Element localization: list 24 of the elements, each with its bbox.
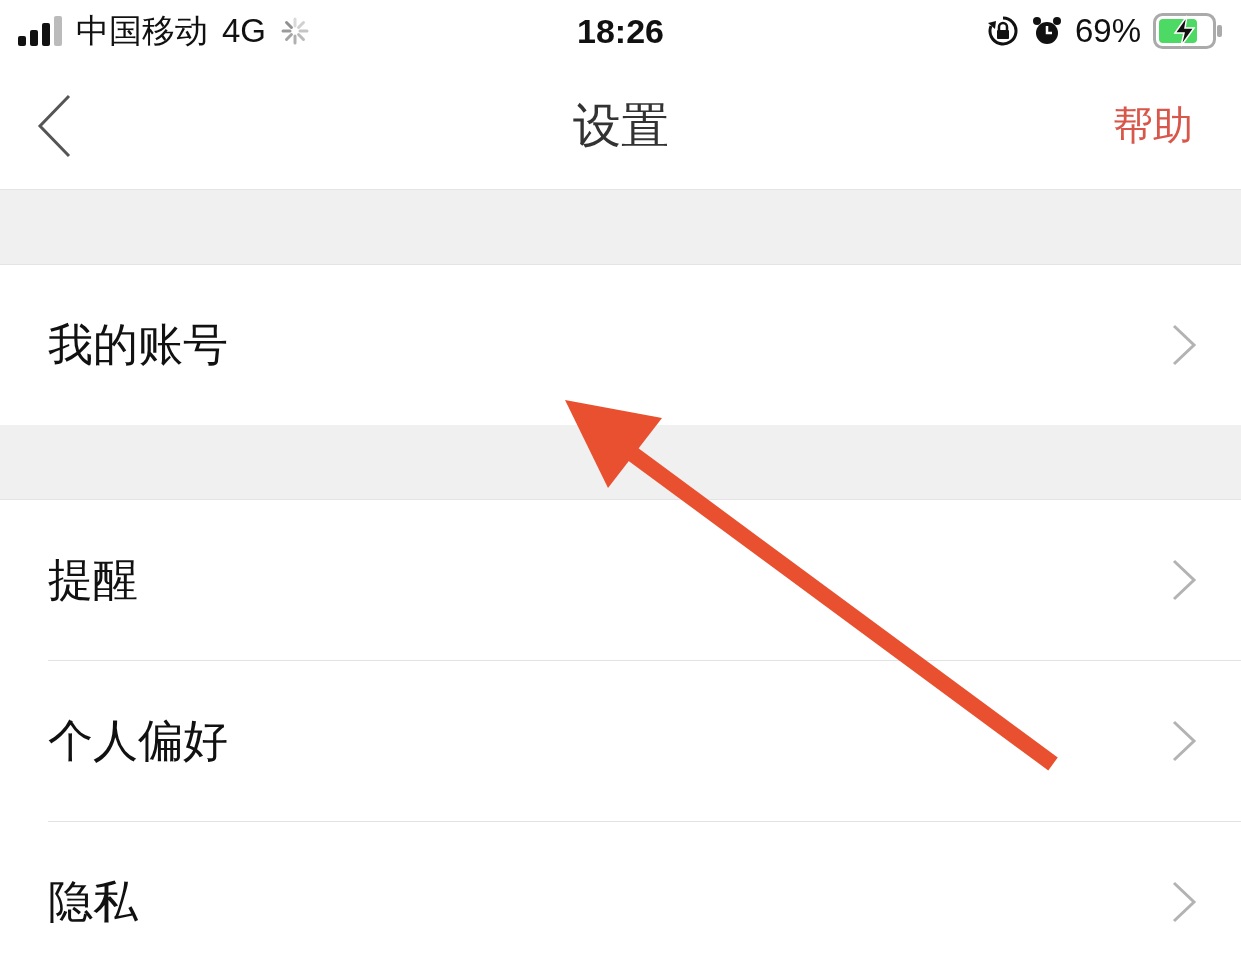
- settings-row[interactable]: 隐私: [0, 822, 1241, 972]
- rotation-lock-icon: [986, 15, 1019, 47]
- chevron-right-icon: [1171, 719, 1197, 763]
- page-title: 设置: [572, 95, 669, 155]
- settings-row[interactable]: 个人偏好: [0, 661, 1241, 821]
- battery-charging-icon: [1153, 13, 1223, 49]
- battery-percent: 69%: [1074, 12, 1141, 50]
- row-label: 提醒: [48, 552, 139, 608]
- network-type: 4G: [222, 12, 267, 50]
- signal-icon: [18, 16, 62, 46]
- carrier-name: 中国移动: [76, 10, 208, 51]
- spinner-icon: [280, 16, 311, 46]
- row-label: 个人偏好: [48, 713, 229, 769]
- row-label: 隐私: [48, 874, 139, 930]
- chevron-right-icon: [1171, 880, 1197, 924]
- settings-row[interactable]: 我的账号: [0, 265, 1241, 425]
- help-link[interactable]: 帮助: [1113, 98, 1193, 153]
- back-button[interactable]: [36, 92, 72, 159]
- row-label: 我的账号: [48, 317, 229, 373]
- chevron-right-icon: [1171, 323, 1197, 367]
- clock-time: 18:26: [577, 11, 664, 51]
- chevron-right-icon: [1171, 558, 1197, 602]
- alarm-icon: [1030, 15, 1063, 47]
- settings-row[interactable]: 提醒: [0, 500, 1241, 660]
